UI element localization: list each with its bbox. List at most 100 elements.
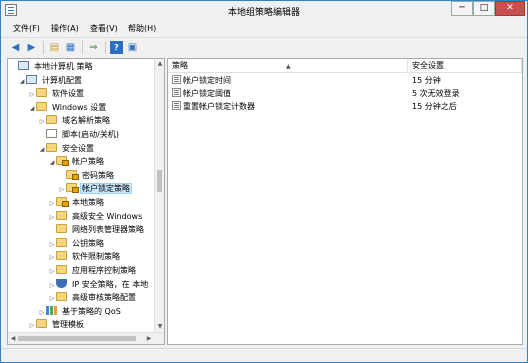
policy-row[interactable]: 帐户锁定时间 15 分钟 xyxy=(168,75,522,87)
tree-item[interactable]: ▷ 高级安全 Windows xyxy=(48,210,144,223)
tree-item-label: 高级审核策略配置 xyxy=(72,293,136,303)
column-header-setting[interactable]: 安全设置 xyxy=(408,59,522,73)
scroll-up-icon[interactable]: ▲ xyxy=(155,59,164,69)
expand-icon[interactable]: ▷ xyxy=(48,279,56,292)
tree-item[interactable]: 网络列表管理器策略 xyxy=(48,223,146,236)
menu-help[interactable]: 帮助(H) xyxy=(128,23,156,34)
tree-vertical-scroll-thumb[interactable] xyxy=(157,170,162,192)
tree-item[interactable]: ◢ 计算机配置 xyxy=(18,74,84,87)
policy-setting-value: 5 次无效登录 xyxy=(412,89,460,98)
close-button[interactable]: ✕ xyxy=(495,1,525,16)
tree-item-label: 软件限制策略 xyxy=(72,252,120,262)
tree-item-label: 本地策略 xyxy=(72,198,104,207)
tree-item[interactable]: ▷ 域名解析策略 xyxy=(38,114,112,127)
folder-icon xyxy=(56,265,67,274)
collapse-icon[interactable]: ◢ xyxy=(38,143,46,156)
folder-icon xyxy=(56,292,67,302)
scroll-down-icon[interactable]: ▼ xyxy=(155,322,164,332)
tree-item-label: 基于策略的 QoS xyxy=(62,306,121,316)
collapse-icon[interactable]: ◢ xyxy=(48,156,56,169)
scroll-right-icon[interactable]: ▶ xyxy=(144,333,154,344)
tree-item[interactable]: ▷ 公钥策略 xyxy=(48,237,106,250)
sort-ascending-icon: ▲ xyxy=(286,63,291,70)
tree-item[interactable]: 本地计算机 策略 xyxy=(10,60,95,73)
tree-item[interactable]: ▷ 软件限制策略 xyxy=(48,250,122,263)
up-folder-icon[interactable]: ▤ xyxy=(48,41,61,54)
list-header: 策略 ▲ 安全设置 xyxy=(168,59,522,73)
ip-security-icon xyxy=(56,278,67,288)
show-hide-tree-icon[interactable]: ▦ xyxy=(64,41,77,54)
folder-icon xyxy=(56,224,67,234)
menu-view[interactable]: 查看(V) xyxy=(90,23,118,34)
policy-setting-value: 15 分钟 xyxy=(412,76,441,85)
policy-name: 帐户锁定阈值 xyxy=(183,89,231,98)
details-pane[interactable]: 策略 ▲ 安全设置 帐户锁定时间 15 分钟帐户锁定阈值 5 次无效登录重置帐户锁定… xyxy=(167,58,523,345)
expand-icon[interactable]: ▷ xyxy=(28,88,36,101)
folder-icon xyxy=(56,237,67,247)
security-folder-icon xyxy=(56,197,69,207)
expand-icon[interactable]: ▷ xyxy=(48,292,56,305)
collapse-icon[interactable]: ◢ xyxy=(28,102,36,115)
export-list-icon[interactable]: ⇒ xyxy=(87,41,100,54)
tree-horizontal-scroll-thumb[interactable] xyxy=(18,336,136,341)
tree-item[interactable]: ▷ 应用程序控制策略 xyxy=(48,264,138,277)
tree-vertical-scrollbar[interactable]: ▲ ▼ xyxy=(154,59,164,332)
menu-bar: 文件(F) 操作(A) 查看(V) 帮助(H) xyxy=(1,20,527,36)
tree-item[interactable]: ▷ 本地策略 xyxy=(48,196,106,209)
expand-icon[interactable]: ▷ xyxy=(48,197,56,210)
expand-icon[interactable]: ▷ xyxy=(58,183,66,196)
toolbar-separator xyxy=(43,41,44,54)
tree-item[interactable]: ▷ 基于策略的 QoS xyxy=(38,305,123,318)
expand-icon[interactable]: ▷ xyxy=(28,319,36,332)
expand-icon[interactable]: ▷ xyxy=(38,306,46,319)
expand-icon[interactable]: ▷ xyxy=(38,115,46,128)
maximize-button[interactable]: □ xyxy=(473,1,495,16)
tree-item-label: Windows 设置 xyxy=(52,102,107,112)
tree-item[interactable]: 脚本(启动/关机) xyxy=(38,128,121,141)
main-window: 本地组策略编辑器 ─ □ ✕ 文件(F) 操作(A) 查看(V) 帮助(H) ◀… xyxy=(0,0,528,363)
tree-item[interactable]: ▷ 高级审核策略配置 xyxy=(48,291,138,304)
tree-item[interactable]: ◢ 帐户策略 xyxy=(48,155,106,168)
tree-item-label: 域名解析策略 xyxy=(62,116,110,126)
computer-icon xyxy=(26,74,37,84)
tree-item[interactable]: ▷ IP 安全策略，在 本地 xyxy=(48,278,150,291)
tree-pane[interactable]: 本地计算机 策略 ◢ 计算机配置 ▷ 软件设置 ◢ Windows 设置 ▷ 域名解析策略 脚本(… xyxy=(7,58,165,345)
toolbar-separator xyxy=(105,41,106,54)
expand-icon[interactable]: ▷ xyxy=(48,211,56,224)
policy-setting-icon xyxy=(172,88,181,97)
menu-file[interactable]: 文件(F) xyxy=(13,23,40,34)
security-folder-icon xyxy=(66,169,79,180)
tree-item[interactable]: ◢ 安全设置 xyxy=(38,142,96,155)
column-header-policy[interactable]: 策略 ▲ xyxy=(168,59,408,73)
scroll-left-icon[interactable]: ◀ xyxy=(8,333,18,344)
tree-item-label: 软件设置 xyxy=(52,89,84,99)
tree-item-label: 密码策略 xyxy=(82,170,114,180)
forward-arrow-icon[interactable]: ▶ xyxy=(25,41,38,54)
policy-name-cell: 重置帐户锁定计数器 xyxy=(172,101,255,113)
policy-row[interactable]: 重置帐户锁定计数器 15 分钟之后 xyxy=(168,101,522,113)
policy-row[interactable]: 帐户锁定阈值 5 次无效登录 xyxy=(168,88,522,100)
expand-icon[interactable]: ▷ xyxy=(48,238,56,251)
properties-icon[interactable]: ▣ xyxy=(126,41,139,54)
tree-horizontal-scrollbar[interactable]: ◀ ▶ xyxy=(8,332,164,344)
title-bar[interactable]: 本地组策略编辑器 ─ □ ✕ xyxy=(1,1,527,20)
folder-icon xyxy=(46,115,57,125)
tree-item[interactable]: ▷ 帐户锁定策略 xyxy=(58,182,132,195)
back-arrow-icon[interactable]: ◀ xyxy=(9,41,22,54)
expand-icon[interactable]: ▷ xyxy=(48,265,56,278)
collapse-icon[interactable]: ◢ xyxy=(18,75,26,88)
minimize-button[interactable]: ─ xyxy=(451,1,473,16)
expand-icon[interactable]: ▷ xyxy=(48,251,56,264)
folder-icon xyxy=(36,88,47,98)
menu-action[interactable]: 操作(A) xyxy=(51,23,79,34)
tree-item[interactable]: 密码策略 xyxy=(58,169,116,182)
tree-item-label: 管理模板 xyxy=(52,320,84,330)
help-icon[interactable]: ? xyxy=(110,41,123,54)
tree-item-label: 脚本(启动/关机) xyxy=(62,130,119,139)
folder-icon xyxy=(56,210,67,220)
tree-item[interactable]: ▷ 管理模板 xyxy=(28,318,86,331)
tree-item[interactable]: ▷ 软件设置 xyxy=(28,87,86,100)
tree-item-label: 公钥策略 xyxy=(72,238,104,248)
folder-icon xyxy=(46,142,57,152)
tree-item[interactable]: ◢ Windows 设置 xyxy=(28,101,108,114)
